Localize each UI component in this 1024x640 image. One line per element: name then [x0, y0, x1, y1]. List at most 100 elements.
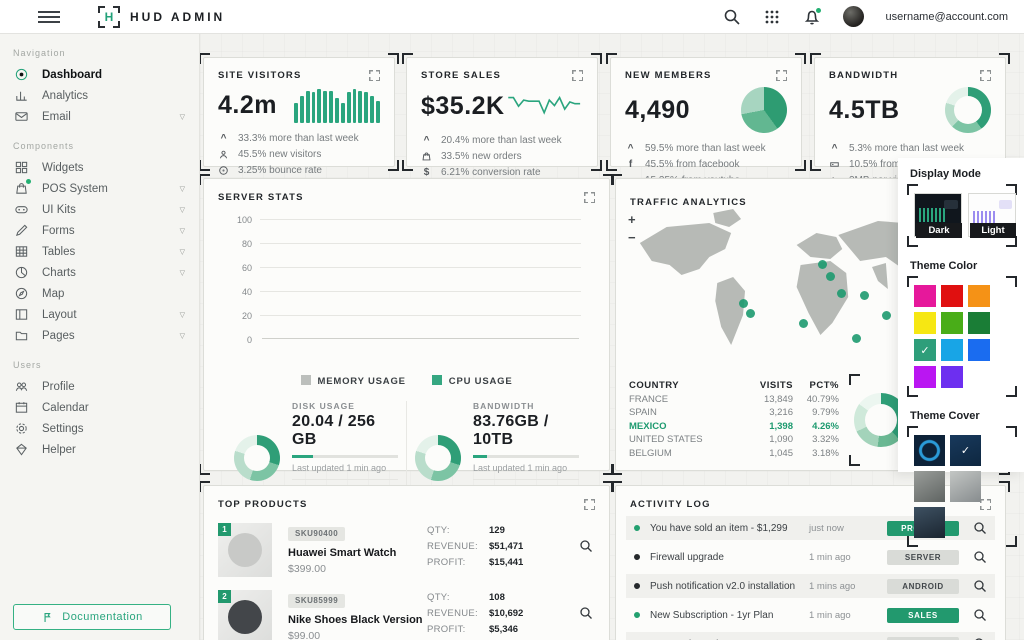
- sidebar-item-forms[interactable]: Forms ▽: [0, 220, 199, 241]
- map-marker[interactable]: [860, 291, 869, 300]
- sidebar-item-label: Helper: [42, 444, 76, 456]
- sidebar-item-analytics[interactable]: Analytics: [0, 85, 199, 106]
- theme-color-swatch[interactable]: [968, 312, 990, 334]
- documentation-button[interactable]: Documentation: [13, 604, 171, 630]
- map-zoom-out-button[interactable]: −: [628, 233, 636, 243]
- sidebar-item-ui-kits[interactable]: UI Kits ▽: [0, 199, 199, 220]
- theme-color-swatch[interactable]: ✓: [914, 339, 936, 361]
- app-logo[interactable]: H: [98, 6, 120, 28]
- activity-row[interactable]: Firewall upgrade 1 min ago SERVER: [626, 545, 995, 569]
- sidebar-item-tables[interactable]: Tables ▽: [0, 241, 199, 262]
- sidebar-item-email[interactable]: Email ▽: [0, 106, 199, 127]
- theme-color-swatch[interactable]: [941, 312, 963, 334]
- stat-row: 45.5% new visitors: [218, 146, 380, 162]
- theme-color-swatch[interactable]: [968, 339, 990, 361]
- map-marker[interactable]: [882, 311, 891, 320]
- theme-settings-panel: Display Mode DarkLight Theme Color ✓ The…: [898, 158, 1024, 472]
- user-icon: [218, 149, 229, 160]
- user-avatar[interactable]: [843, 6, 864, 27]
- sidebar-item-label: UI Kits: [42, 204, 76, 216]
- magnifier-icon[interactable]: [579, 606, 593, 620]
- apps-grid-icon[interactable]: [763, 8, 781, 26]
- expand-icon[interactable]: [776, 70, 787, 81]
- card-title: ACTIVITY LOG: [630, 499, 711, 510]
- pct-cell: 40.79%: [793, 394, 839, 405]
- map-zoom-in-button[interactable]: +: [628, 215, 636, 225]
- theme-cover-thumb-navy[interactable]: ✓: [950, 435, 981, 466]
- country-cell: MEXICO: [629, 421, 741, 432]
- sku-badge: SKU85999: [288, 594, 345, 608]
- theme-color-swatch[interactable]: [914, 312, 936, 334]
- table-row[interactable]: MEXICO1,3984.26%: [629, 420, 839, 434]
- disk-usage-label: DISK USAGE: [292, 401, 398, 411]
- sidebar-item-map[interactable]: Map: [0, 283, 199, 304]
- display-mode-option-dark[interactable]: Dark: [914, 193, 962, 238]
- search-icon[interactable]: [723, 8, 741, 26]
- stat-row: ^5.3% more than last week: [829, 140, 991, 156]
- theme-color-swatch[interactable]: [914, 285, 936, 307]
- magnifier-icon[interactable]: [579, 539, 593, 553]
- theme-cover-thumb-ring-navy[interactable]: [914, 435, 945, 466]
- table-row[interactable]: BELGIUM1,0453.18%: [629, 447, 839, 461]
- charts-icon: [13, 265, 29, 281]
- settings-icon: [13, 421, 29, 437]
- sidebar-item-pages[interactable]: Pages ▽: [0, 325, 199, 346]
- theme-color-swatch[interactable]: [968, 285, 990, 307]
- disk-updated-text: Last updated 1 min ago: [292, 463, 398, 480]
- magnifier-icon[interactable]: [973, 608, 987, 622]
- theme-color-swatch[interactable]: [914, 366, 936, 388]
- activity-row[interactable]: New Subscription - 1yr Plan 1 min ago SA…: [626, 603, 995, 627]
- mode-label: Dark: [916, 223, 962, 238]
- map-marker[interactable]: [826, 272, 835, 281]
- new-members-value: 4,490: [625, 96, 690, 125]
- activity-badge: ENQUIRY: [887, 637, 959, 640]
- sidebar-item-label: Email: [42, 111, 71, 123]
- expand-icon[interactable]: [584, 499, 595, 510]
- sales-line-sparkline: [505, 87, 583, 125]
- sidebar-item-dashboard[interactable]: Dashboard: [0, 64, 199, 85]
- sidebar-item-charts[interactable]: Charts ▽: [0, 262, 199, 283]
- sidebar-item-layout[interactable]: Layout ▽: [0, 304, 199, 325]
- sidebar-item-helper[interactable]: Helper: [0, 439, 199, 460]
- expand-icon[interactable]: [584, 192, 595, 203]
- table-row[interactable]: UNITED STATES1,0903.32%: [629, 433, 839, 447]
- activity-badge: SALES: [887, 608, 959, 623]
- stat-row-text: 33.3% more than last week: [238, 133, 359, 144]
- display-mode-option-light[interactable]: Light: [968, 193, 1016, 238]
- activity-text: Firewall upgrade: [650, 552, 809, 563]
- map-marker[interactable]: [739, 299, 748, 308]
- expand-icon[interactable]: [572, 70, 583, 81]
- theme-cover-thumb-skyscraper[interactable]: [914, 507, 945, 538]
- sidebar-item-pos-system[interactable]: POS System ▽: [0, 178, 199, 199]
- site-visitors-value: 4.2m: [218, 91, 277, 120]
- sidebar-item-settings[interactable]: Settings: [0, 418, 199, 439]
- expand-icon[interactable]: [369, 70, 380, 81]
- chevron-down-icon: ▽: [180, 227, 185, 235]
- theme-color-swatch[interactable]: [941, 366, 963, 388]
- magnifier-icon[interactable]: [973, 579, 987, 593]
- dashboard-icon: [13, 67, 29, 83]
- sidebar-item-widgets[interactable]: Widgets: [0, 157, 199, 178]
- disk-usage-progress: [292, 455, 398, 458]
- theme-cover-thumb-rock[interactable]: [914, 471, 945, 502]
- rank-badge: 1: [218, 523, 231, 536]
- table-row[interactable]: FRANCE13,84940.79%: [629, 393, 839, 407]
- theme-cover-thumb-station[interactable]: [950, 471, 981, 502]
- notifications-bell-icon[interactable]: [803, 8, 821, 26]
- table-row[interactable]: SPAIN3,2169.79%: [629, 406, 839, 420]
- magnifier-icon[interactable]: [973, 550, 987, 564]
- sidebar-item-profile[interactable]: Profile: [0, 376, 199, 397]
- activity-row[interactable]: Push notification v2.0 installation 1 mi…: [626, 574, 995, 598]
- activity-time: just now: [809, 523, 887, 534]
- hamburger-menu-icon[interactable]: [38, 11, 60, 23]
- activity-row[interactable]: 2 Unread enquiry 2 mins ago ENQUIRY: [626, 632, 995, 640]
- card-title: BANDWIDTH: [829, 70, 898, 81]
- bandwidth-usage-label: BANDWIDTH: [473, 401, 579, 411]
- theme-color-swatch[interactable]: [941, 339, 963, 361]
- sidebar-item-calendar[interactable]: Calendar: [0, 397, 199, 418]
- expand-icon[interactable]: [980, 70, 991, 81]
- sidebar-item-label: Settings: [42, 423, 84, 435]
- y-axis-tick: 60: [230, 263, 252, 273]
- map-marker[interactable]: [837, 289, 846, 298]
- theme-color-swatch[interactable]: [941, 285, 963, 307]
